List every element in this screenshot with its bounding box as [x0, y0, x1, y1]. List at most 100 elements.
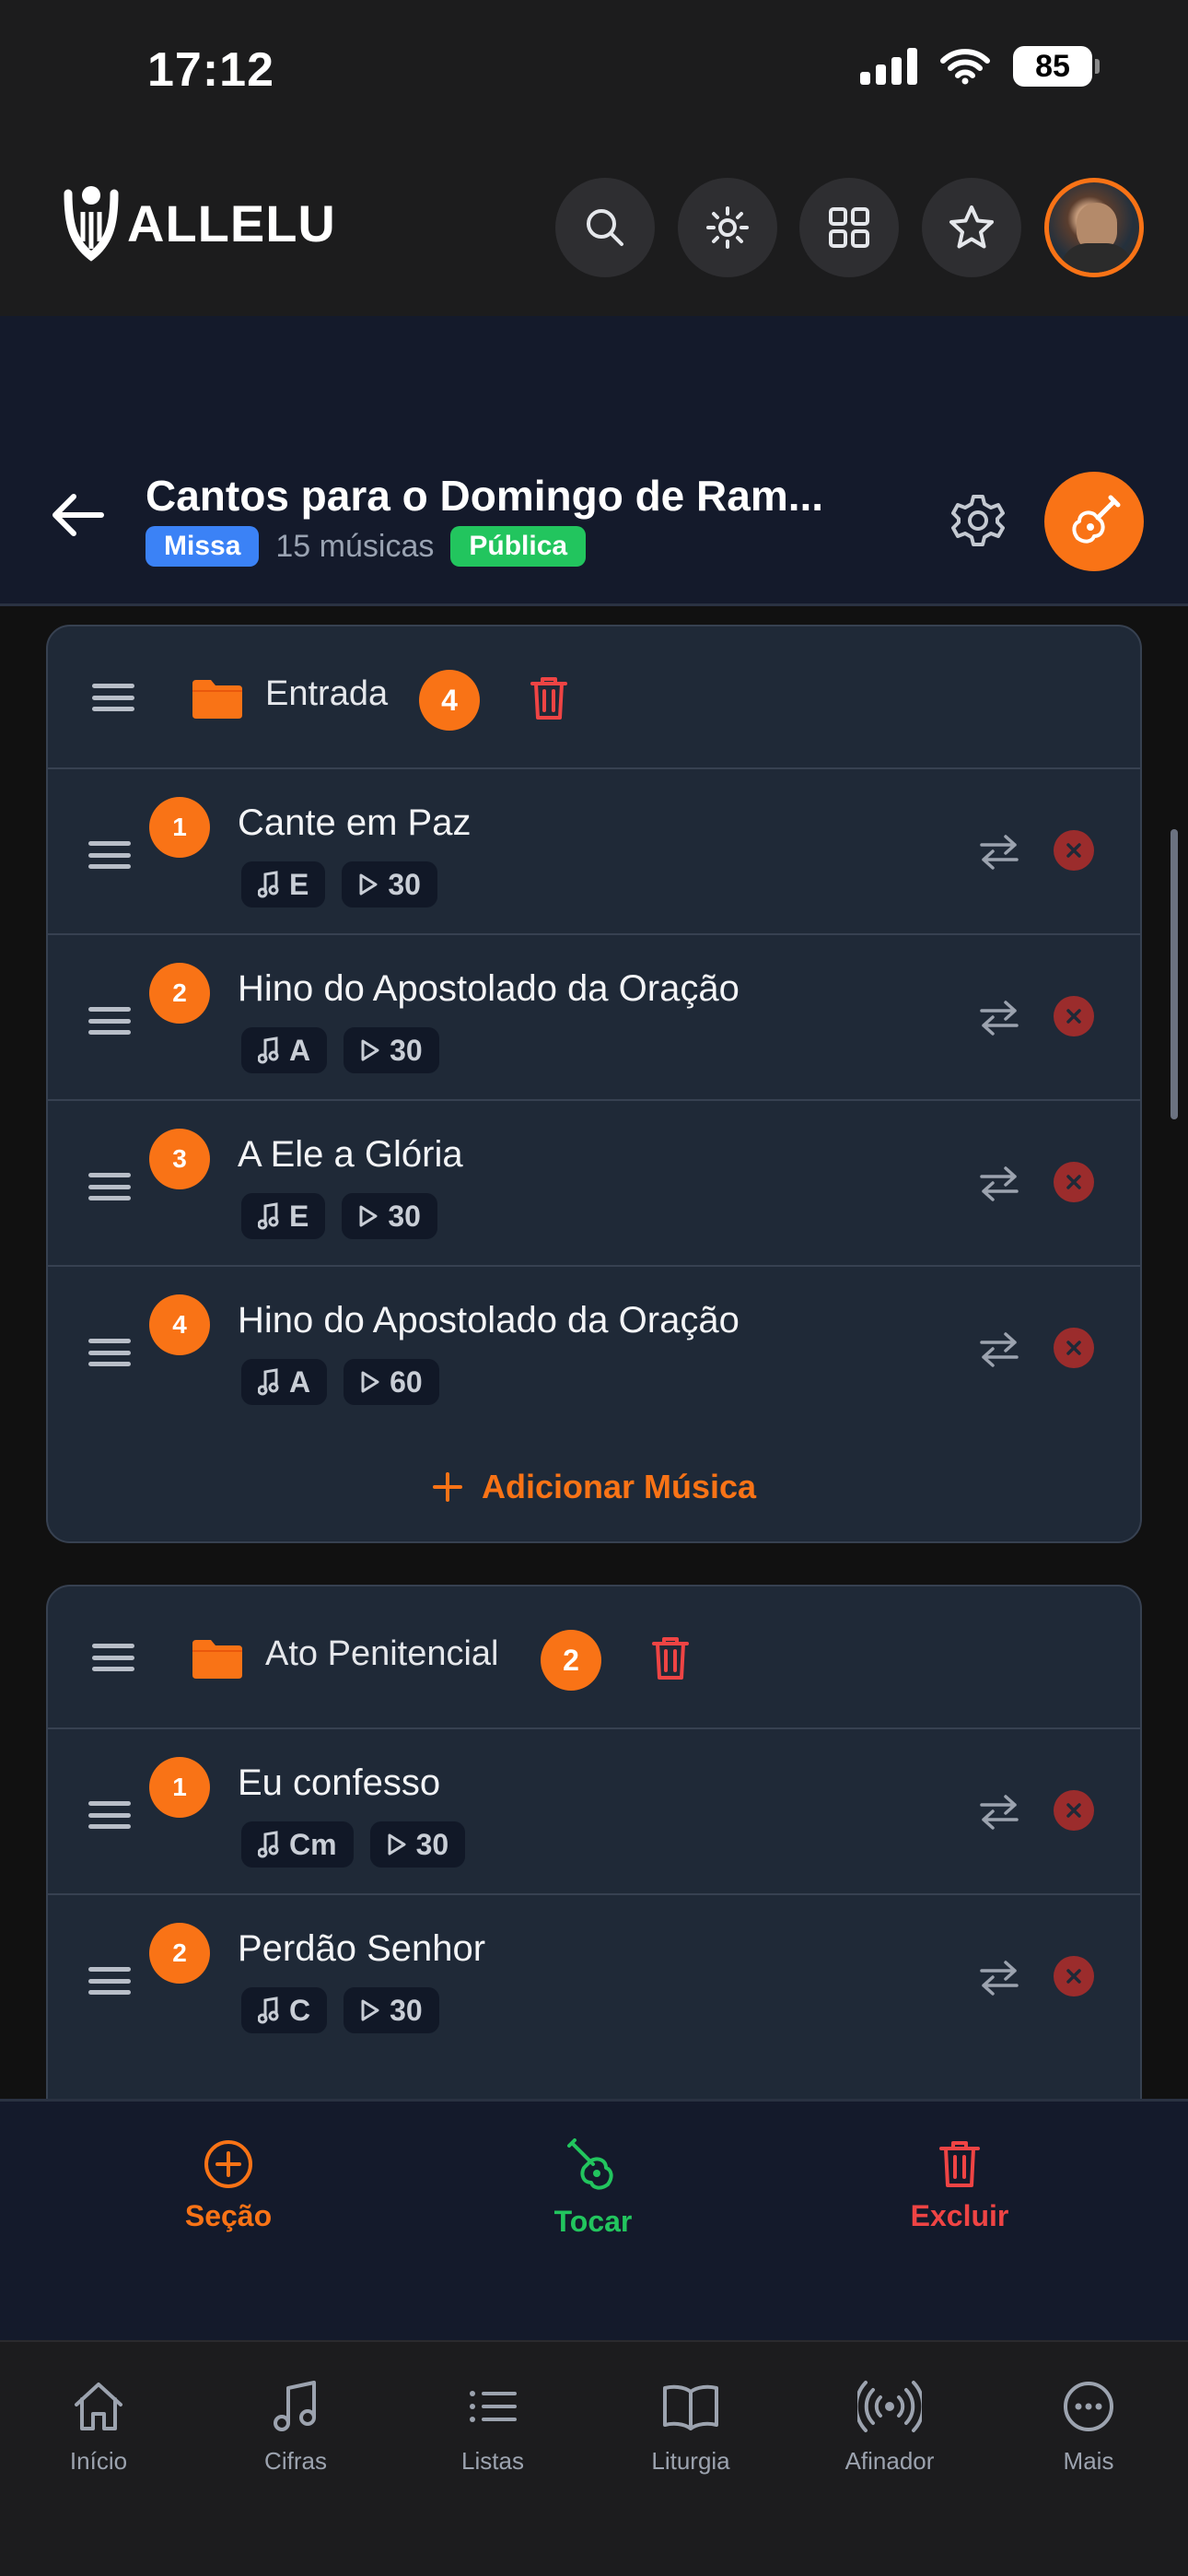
status-time: 17:12	[147, 43, 274, 97]
remove-song-button[interactable]	[1054, 1328, 1094, 1368]
drag-handle-icon[interactable]	[88, 1173, 131, 1200]
song-number-badge: 1	[149, 1757, 210, 1818]
song-row[interactable]: 4 Hino do Apostolado da Oração A 60	[48, 1267, 1140, 1433]
song-count: 15 músicas	[275, 528, 435, 564]
swap-icon[interactable]	[978, 1165, 1020, 1202]
remove-song-button[interactable]	[1054, 1956, 1094, 1996]
swap-icon[interactable]	[978, 1960, 1020, 1996]
back-arrow-icon[interactable]	[48, 491, 107, 539]
song-row[interactable]: 1 Eu confesso Cm 30	[48, 1729, 1140, 1895]
song-duration: 30	[390, 1033, 423, 1067]
list-title-bar: Cantos para o Domingo de Ram... Missa 15…	[0, 316, 1188, 606]
close-icon	[1066, 1009, 1081, 1024]
duration-chip: 30	[342, 861, 437, 907]
lyre-logo-icon	[64, 186, 119, 262]
settings-gear-icon[interactable]	[949, 491, 1007, 550]
song-chips: Cm 30	[241, 1821, 466, 1868]
section-drag-handle-icon[interactable]	[92, 684, 134, 711]
song-title[interactable]: Cante em Paz	[238, 802, 471, 844]
music-note-icon	[258, 1368, 279, 1396]
drag-handle-icon[interactable]	[88, 1007, 131, 1035]
play-button[interactable]: Tocar	[519, 2138, 667, 2239]
section-drag-handle-icon[interactable]	[92, 1644, 134, 1671]
drag-handle-icon[interactable]	[88, 1967, 131, 1995]
theme-toggle-button[interactable]	[678, 178, 777, 277]
user-avatar[interactable]	[1044, 178, 1144, 277]
song-key: Cm	[289, 1827, 337, 1861]
logo-text: ALLELU	[127, 193, 336, 252]
delete-section-trash-icon[interactable]	[650, 1634, 691, 1682]
tab-label: Afinador	[844, 2447, 935, 2475]
song-number-badge: 2	[149, 1923, 210, 1984]
tab-label: Cifras	[264, 2447, 327, 2475]
song-title[interactable]: Perdão Senhor	[238, 1928, 485, 1970]
song-row[interactable]: 2 Perdão Senhor C 30	[48, 1895, 1140, 2061]
section-title: Ato Penitencial	[265, 1634, 499, 1673]
key-chip: E	[241, 861, 326, 907]
tab-afinador[interactable]: Afinador	[807, 2379, 973, 2476]
duration-chip: 30	[344, 1987, 439, 2033]
apps-grid-button[interactable]	[799, 178, 899, 277]
remove-song-button[interactable]	[1054, 1790, 1094, 1831]
delete-list-button[interactable]: Excluir	[886, 2138, 1033, 2233]
drag-handle-icon[interactable]	[88, 1801, 131, 1829]
play-triangle-icon	[388, 1833, 406, 1856]
music-note-icon	[258, 1831, 279, 1858]
swap-icon[interactable]	[978, 834, 1020, 871]
add-section-button[interactable]: Seção	[155, 2138, 302, 2233]
song-row[interactable]: 3 A Ele a Glória E 30	[48, 1101, 1140, 1267]
song-row[interactable]: 1 Cante em Paz E 30	[48, 769, 1140, 935]
song-row[interactable]: 2 Hino do Apostolado da Oração A 30	[48, 935, 1140, 1101]
app-header: 17:12 85 ALLELU	[0, 0, 1188, 316]
tab-cifras[interactable]: Cifras	[213, 2379, 379, 2476]
more-icon	[1064, 2382, 1113, 2431]
cellular-signal-icon	[860, 48, 917, 85]
section-count-badge: 2	[541, 1630, 601, 1691]
song-title[interactable]: Hino do Apostolado da Oração	[238, 968, 740, 1010]
song-key: A	[289, 1364, 311, 1399]
drag-handle-icon[interactable]	[88, 1339, 131, 1366]
key-chip: A	[241, 1359, 328, 1405]
app-logo[interactable]: ALLELU	[61, 184, 336, 262]
favorites-button[interactable]	[922, 178, 1021, 277]
play-triangle-icon	[361, 1371, 379, 1393]
song-title[interactable]: Eu confesso	[238, 1762, 440, 1804]
status-icons: 85	[860, 46, 1100, 87]
duration-chip: 30	[344, 1027, 439, 1073]
play-list-button[interactable]	[1044, 472, 1144, 571]
song-title[interactable]: A Ele a Glória	[238, 1134, 463, 1176]
remove-song-button[interactable]	[1054, 996, 1094, 1036]
remove-song-button[interactable]	[1054, 1162, 1094, 1202]
swap-icon[interactable]	[978, 1000, 1020, 1036]
wifi-icon	[940, 49, 990, 85]
tab-listas[interactable]: Listas	[410, 2379, 576, 2476]
page-title: Cantos para o Domingo de Ram...	[146, 472, 824, 520]
visibility-badge: Pública	[450, 526, 587, 567]
key-chip: A	[241, 1027, 328, 1073]
swap-icon[interactable]	[978, 1331, 1020, 1368]
search-button[interactable]	[555, 178, 655, 277]
grid-icon	[829, 207, 869, 248]
key-chip: E	[241, 1193, 326, 1239]
section-card: Entrada 4 1 Cante em Paz E 30 2 Hino do …	[46, 625, 1142, 1543]
folder-icon	[192, 1640, 242, 1679]
battery-indicator: 85	[1013, 46, 1100, 87]
remove-song-button[interactable]	[1054, 830, 1094, 871]
song-key: E	[289, 1199, 309, 1233]
tab-mais[interactable]: Mais	[1006, 2379, 1171, 2476]
scrollbar[interactable]	[1171, 829, 1178, 1119]
add-music-button[interactable]: Adicionar Música	[48, 1433, 1140, 1541]
tab-inicio[interactable]: Início	[16, 2379, 181, 2476]
song-duration: 30	[388, 867, 421, 901]
drag-handle-icon[interactable]	[88, 841, 131, 869]
song-chips: A 30	[241, 1027, 439, 1073]
song-key: E	[289, 867, 309, 901]
folder-icon	[192, 680, 242, 719]
swap-icon[interactable]	[978, 1794, 1020, 1831]
song-number-badge: 2	[149, 963, 210, 1024]
delete-section-trash-icon[interactable]	[529, 674, 569, 722]
list-content[interactable]: Entrada 4 1 Cante em Paz E 30 2 Hino do …	[0, 608, 1188, 2099]
tab-liturgia[interactable]: Liturgia	[608, 2379, 774, 2476]
song-title[interactable]: Hino do Apostolado da Oração	[238, 1300, 740, 1341]
song-chips: E 30	[241, 1193, 437, 1239]
